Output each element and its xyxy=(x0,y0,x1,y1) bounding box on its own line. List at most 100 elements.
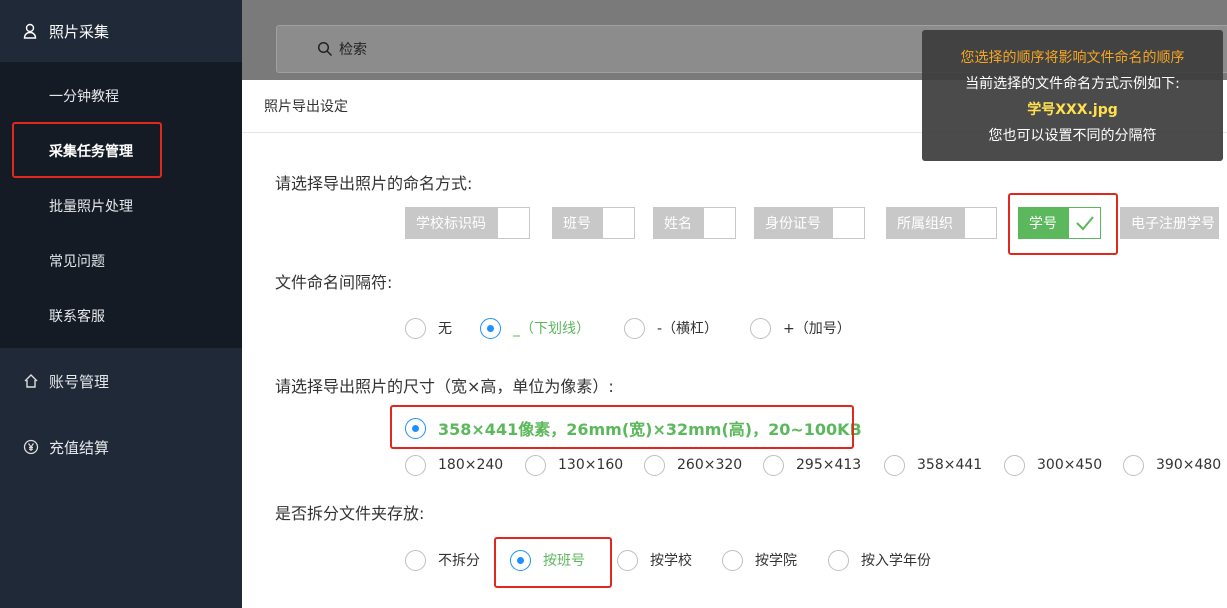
sidebar-item-photo-collection[interactable]: 照片采集 xyxy=(0,0,242,62)
sidebar-item-label: 照片采集 xyxy=(49,22,110,41)
radio-circle[interactable] xyxy=(763,454,784,476)
tag-checkbox[interactable] xyxy=(602,207,635,239)
radio-label: 300×450 xyxy=(1037,457,1103,473)
separator-question: 文件命名间隔符: xyxy=(275,273,393,292)
size-option-390x480[interactable]: 390×480 xyxy=(1123,453,1221,477)
sidebar: 照片采集 一分钟教程 采集任务管理 批量照片处理 常见问题 联系客服 账号管理 … xyxy=(0,0,242,608)
radio-label: 130×160 xyxy=(558,457,624,473)
tag-checkbox[interactable] xyxy=(703,207,736,239)
tooltip-example: 学号XXX.jpg xyxy=(1027,102,1118,118)
radio-label: 358×441 xyxy=(917,457,983,473)
tag-checkbox[interactable] xyxy=(964,207,997,239)
radio-circle[interactable] xyxy=(525,454,546,476)
sidebar-item-label: 常见问题 xyxy=(49,253,105,270)
radio-label: +（加号） xyxy=(783,321,851,337)
radio-circle[interactable] xyxy=(624,317,645,339)
radio-circle[interactable] xyxy=(884,454,905,476)
tag-label: 身份证号 xyxy=(754,207,832,239)
radio-circle[interactable] xyxy=(617,549,638,571)
tag-label: 电子注册学号 xyxy=(1120,207,1219,239)
sidebar-item-batch-processing[interactable]: 批量照片处理 xyxy=(0,178,242,233)
user-icon xyxy=(22,22,40,40)
radio-label: 260×320 xyxy=(677,457,743,473)
size-option-recommended[interactable]: 358×441像素，26mm(宽)×32mm(高)，20~100KB xyxy=(405,416,862,440)
size-option-300x450[interactable]: 300×450 xyxy=(1004,453,1102,477)
radio-label: 180×240 xyxy=(438,457,504,473)
size-option-180x240[interactable]: 180×240 xyxy=(405,453,503,477)
size-option-130x160[interactable]: 130×160 xyxy=(525,453,623,477)
tag-label: 学号 xyxy=(1018,207,1068,239)
tag-label: 姓名 xyxy=(653,207,703,239)
search-icon xyxy=(317,41,333,57)
separator-option-underscore[interactable]: _（下划线） xyxy=(480,316,590,340)
tag-checkbox[interactable] xyxy=(497,207,530,239)
tag-checkbox[interactable] xyxy=(832,207,865,239)
radio-label: 按班号 xyxy=(543,553,585,569)
sidebar-item-label: 账号管理 xyxy=(49,372,110,391)
radio-circle[interactable] xyxy=(405,454,426,476)
naming-tag-class[interactable]: 班号 xyxy=(552,207,635,239)
radio-circle[interactable] xyxy=(644,454,665,476)
sidebar-item-task-management[interactable]: 采集任务管理 xyxy=(0,123,242,178)
home-icon xyxy=(22,372,40,390)
radio-label: 按学校 xyxy=(650,553,692,569)
naming-tag-organization[interactable]: 所属组织 xyxy=(886,207,997,239)
split-option-by-class[interactable]: 按班号 xyxy=(510,548,585,572)
radio-label: 不拆分 xyxy=(438,553,480,569)
yen-icon xyxy=(22,438,40,456)
radio-circle[interactable] xyxy=(405,317,426,339)
naming-tag-name[interactable]: 姓名 xyxy=(653,207,736,239)
sidebar-item-faq[interactable]: 常见问题 xyxy=(0,233,242,288)
radio-circle[interactable] xyxy=(480,317,501,339)
size-option-260x320[interactable]: 260×320 xyxy=(644,453,742,477)
split-option-by-year[interactable]: 按入学年份 xyxy=(828,548,931,572)
sidebar-item-label: 充值结算 xyxy=(49,438,110,457)
naming-tag-id-number[interactable]: 身份证号 xyxy=(754,207,865,239)
size-option-295x413[interactable]: 295×413 xyxy=(763,453,861,477)
split-option-by-college[interactable]: 按学院 xyxy=(722,548,797,572)
sidebar-submenu: 一分钟教程 采集任务管理 批量照片处理 常见问题 联系客服 xyxy=(0,62,242,348)
sidebar-item-label: 批量照片处理 xyxy=(49,198,133,215)
radio-circle[interactable] xyxy=(1123,454,1144,476)
naming-tag-school-code[interactable]: 学校标识码 xyxy=(405,207,530,239)
check-icon xyxy=(1075,216,1094,231)
split-question: 是否拆分文件夹存放: xyxy=(275,504,425,523)
tooltip-line: 您也可以设置不同的分隔符 xyxy=(988,128,1157,144)
radio-circle[interactable] xyxy=(828,549,849,571)
separator-option-dash[interactable]: -（横杠） xyxy=(624,316,718,340)
radio-circle[interactable] xyxy=(405,549,426,571)
search-label: 检索 xyxy=(339,42,367,58)
radio-label: -（横杠） xyxy=(657,321,719,337)
radio-circle[interactable] xyxy=(405,417,426,439)
radio-label: 按入学年份 xyxy=(861,553,931,569)
sidebar-item-tutorial[interactable]: 一分钟教程 xyxy=(0,68,242,123)
naming-tooltip: 您选择的顺序将影响文件命名的顺序 当前选择的文件命名方式示例如下: 学号XXX.… xyxy=(922,30,1223,161)
radio-label: 358×441像素，26mm(宽)×32mm(高)，20~100KB xyxy=(438,420,862,439)
separator-option-plus[interactable]: +（加号） xyxy=(750,316,851,340)
naming-tag-student-number[interactable]: 学号 xyxy=(1018,207,1101,239)
split-option-by-school[interactable]: 按学校 xyxy=(617,548,692,572)
sidebar-item-label: 联系客服 xyxy=(49,308,105,325)
tag-checkbox[interactable] xyxy=(1068,207,1101,239)
naming-tag-electronic-number[interactable]: 电子注册学号 xyxy=(1120,207,1219,239)
split-option-none[interactable]: 不拆分 xyxy=(405,548,480,572)
tag-label: 所属组织 xyxy=(886,207,964,239)
separator-option-none[interactable]: 无 xyxy=(405,316,452,340)
sidebar-item-account[interactable]: 账号管理 xyxy=(0,348,242,414)
size-question: 请选择导出照片的尺寸（宽×高，单位为像素）: xyxy=(275,377,614,396)
radio-label: _（下划线） xyxy=(513,321,590,337)
tooltip-line: 当前选择的文件命名方式示例如下: xyxy=(965,76,1180,92)
radio-circle[interactable] xyxy=(722,549,743,571)
radio-label: 295×413 xyxy=(796,457,862,473)
radio-label: 无 xyxy=(438,321,452,337)
radio-circle[interactable] xyxy=(510,549,531,571)
tooltip-line: 您选择的顺序将影响文件命名的顺序 xyxy=(960,50,1185,66)
sidebar-item-label: 一分钟教程 xyxy=(49,88,119,105)
radio-circle[interactable] xyxy=(750,317,771,339)
size-option-358x441[interactable]: 358×441 xyxy=(884,453,982,477)
sidebar-item-contact[interactable]: 联系客服 xyxy=(0,288,242,343)
sidebar-item-recharge[interactable]: 充值结算 xyxy=(0,414,242,480)
tag-label: 学校标识码 xyxy=(405,207,497,239)
sidebar-item-label: 采集任务管理 xyxy=(49,143,133,160)
radio-circle[interactable] xyxy=(1004,454,1025,476)
